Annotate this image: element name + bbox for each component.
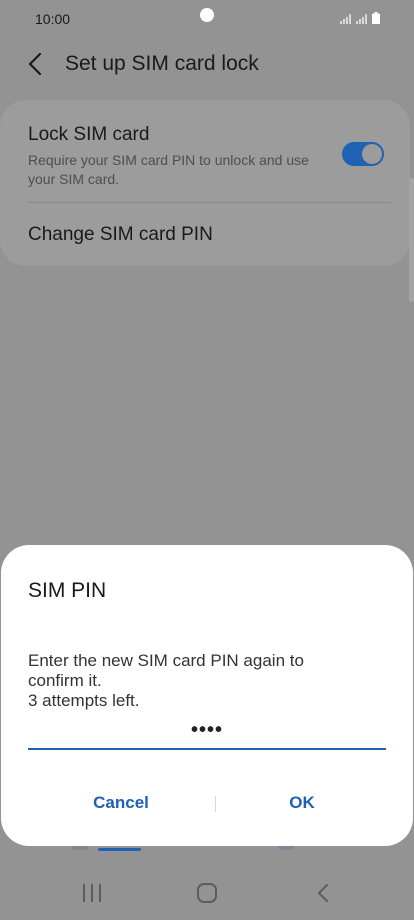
lock-sim-toggle[interactable]	[342, 142, 384, 166]
back-nav-button[interactable]	[309, 880, 339, 906]
chevron-left-icon	[28, 52, 42, 76]
scrollbar	[409, 178, 414, 302]
back-arrow-icon	[318, 884, 328, 902]
ok-button[interactable]: OK	[212, 785, 392, 821]
navigation-bar	[0, 866, 414, 920]
pin-input-value: ••••	[190, 719, 223, 741]
status-bar: 10:00	[0, 0, 414, 38]
change-sim-pin-item[interactable]: Change SIM card PIN	[28, 224, 213, 246]
active-tab-indicator	[98, 848, 141, 851]
status-time: 10:00	[35, 11, 71, 27]
recent-apps-icon	[83, 884, 101, 902]
signal-strength-icon-sim2	[356, 14, 367, 24]
dialog-message: Enter the new SIM card PIN again to conf…	[28, 651, 304, 710]
home-icon	[197, 883, 217, 903]
signal-strength-icon	[340, 14, 351, 24]
lock-sim-title: Lock SIM card	[28, 124, 150, 145]
status-icons	[340, 12, 380, 24]
front-camera-cutout	[200, 8, 214, 22]
divider	[28, 202, 391, 203]
input-underline	[28, 748, 386, 750]
recent-apps-button[interactable]	[77, 880, 107, 906]
app-bar: Set up SIM card lock	[0, 42, 414, 86]
back-button[interactable]	[24, 50, 48, 78]
toggle-knob	[362, 144, 382, 164]
battery-icon	[372, 12, 380, 24]
home-button[interactable]	[192, 880, 222, 906]
page-title: Set up SIM card lock	[65, 52, 259, 75]
lock-sim-description: Require your SIM card PIN to unlock and …	[28, 152, 309, 187]
sim-pin-dialog: SIM PIN Enter the new SIM card PIN again…	[1, 545, 413, 846]
dialog-title: SIM PIN	[28, 579, 107, 602]
cancel-button[interactable]: Cancel	[31, 785, 211, 821]
settings-card: Lock SIM card Require your SIM card PIN …	[0, 100, 410, 266]
pin-input-field[interactable]: ••••	[28, 717, 386, 750]
